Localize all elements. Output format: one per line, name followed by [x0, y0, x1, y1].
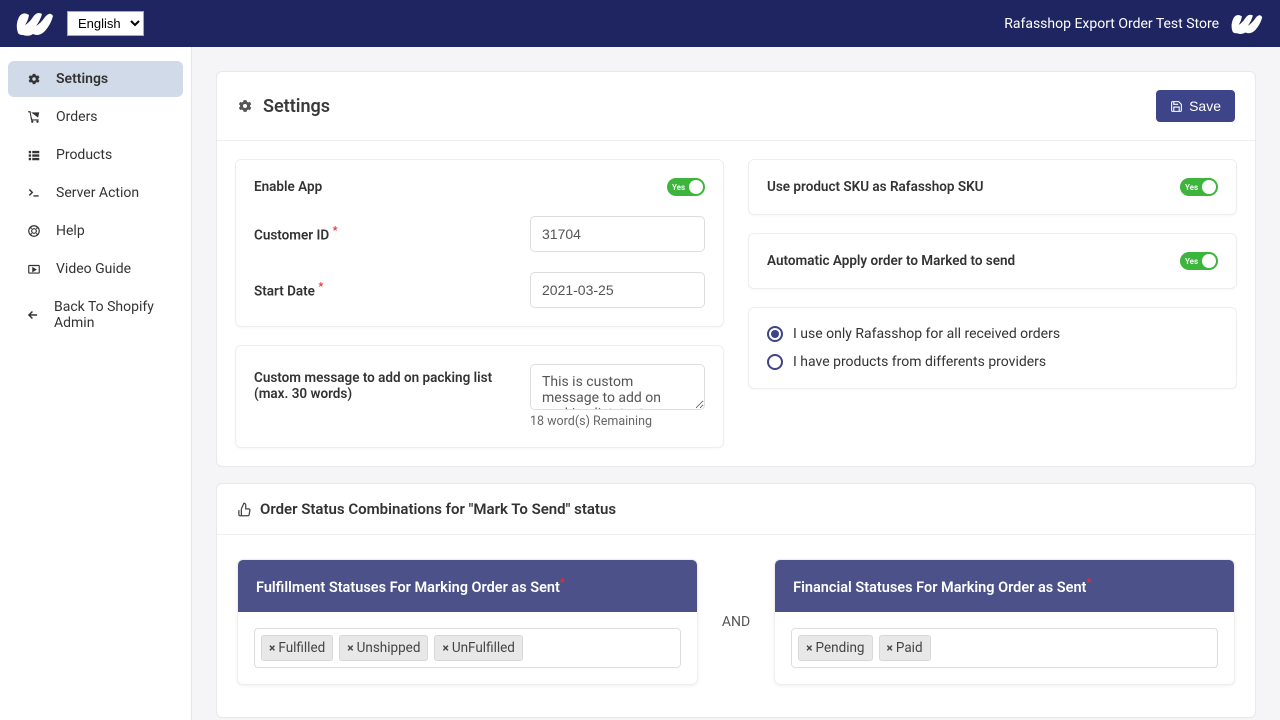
sidebar-item-orders[interactable]: Orders [8, 99, 183, 135]
lifebuoy-icon [26, 224, 42, 238]
financial-header: Financial Statuses For Marking Order as … [775, 560, 1234, 612]
financial-tag-input[interactable]: ×Pending ×Paid [791, 628, 1218, 668]
and-label: AND [722, 614, 750, 630]
radio-only-rafasshop[interactable]: I use only Rafasshop for all received or… [767, 326, 1218, 342]
sidebar-item-label: Products [56, 147, 112, 163]
terminal-icon [26, 186, 42, 200]
tag[interactable]: ×Fulfilled [261, 635, 333, 661]
fulfillment-status-card: Fulfillment Statuses For Marking Order a… [237, 559, 698, 685]
radio-icon [767, 354, 783, 370]
language-select[interactable]: English [67, 11, 144, 36]
remove-icon[interactable]: × [887, 641, 893, 655]
sidebar-item-label: Orders [56, 109, 98, 125]
radio-icon [767, 326, 783, 342]
topbar: English Rafasshop Export Order Test Stor… [0, 0, 1280, 47]
logo-right [1229, 13, 1265, 35]
cart-icon [26, 110, 42, 124]
auto-apply-toggle[interactable]: Yes [1180, 252, 1218, 270]
sidebar-item-video-guide[interactable]: Video Guide [8, 251, 183, 287]
enable-app-toggle[interactable]: Yes [667, 178, 705, 196]
remove-icon[interactable]: × [442, 641, 448, 655]
fulfillment-tag-input[interactable]: ×Fulfilled×Unshipped×UnFulfilled [254, 628, 681, 668]
sidebar-item-label: Settings [56, 71, 108, 87]
sku-label: Use product SKU as Rafasshop SKU [767, 179, 1160, 195]
sidebar-item-server-action[interactable]: Server Action [8, 175, 183, 211]
list-icon [26, 148, 42, 162]
custom-msg-textarea[interactable] [530, 364, 705, 410]
save-button[interactable]: Save [1156, 90, 1235, 122]
arrow-left-icon [26, 308, 40, 322]
sku-toggle[interactable]: Yes [1180, 178, 1218, 196]
remove-icon[interactable]: × [347, 641, 353, 655]
radio-different-providers[interactable]: I have products from differents provider… [767, 354, 1218, 370]
fulfillment-header: Fulfillment Statuses For Marking Order a… [238, 560, 697, 612]
enable-app-label: Enable App [254, 179, 647, 195]
sidebar-item-help[interactable]: Help [8, 213, 183, 249]
tag[interactable]: ×Unshipped [339, 635, 428, 661]
tag[interactable]: ×Paid [879, 635, 931, 661]
sidebar-item-back-to-shopify[interactable]: Back To Shopify Admin [8, 289, 183, 341]
sidebar: Settings Orders Products Server Action H… [0, 47, 192, 720]
start-date-input[interactable] [530, 272, 705, 308]
tag[interactable]: ×Pending [798, 635, 872, 661]
logo [15, 11, 55, 37]
custom-msg-remaining: 18 word(s) Remaining [530, 414, 652, 429]
financial-status-card: Financial Statuses For Marking Order as … [774, 559, 1235, 685]
customer-id-input[interactable] [530, 216, 705, 252]
remove-icon[interactable]: × [269, 641, 275, 655]
thumbs-up-icon [237, 502, 252, 517]
sidebar-item-products[interactable]: Products [8, 137, 183, 173]
status-section-title: Order Status Combinations for "Mark To S… [217, 484, 1255, 535]
video-icon [26, 262, 42, 276]
gear-icon [237, 98, 253, 114]
main-content: Settings Save Enable App Yes [192, 47, 1280, 720]
gear-icon [26, 72, 42, 86]
sidebar-item-label: Video Guide [56, 261, 131, 277]
sidebar-item-label: Back To Shopify Admin [54, 299, 165, 331]
tag[interactable]: ×UnFulfilled [434, 635, 522, 661]
remove-icon[interactable]: × [806, 641, 812, 655]
start-date-label: Start Date * [254, 280, 510, 300]
customer-id-label: Customer ID * [254, 224, 510, 244]
save-icon [1170, 100, 1183, 113]
sidebar-item-label: Server Action [56, 185, 139, 201]
store-name: Rafasshop Export Order Test Store [1004, 16, 1219, 32]
sidebar-item-settings[interactable]: Settings [8, 61, 183, 97]
page-title: Settings [237, 96, 330, 117]
custom-msg-label: Custom message to add on packing list (m… [254, 364, 510, 402]
sidebar-item-label: Help [56, 223, 85, 239]
auto-apply-label: Automatic Apply order to Marked to send [767, 253, 1160, 269]
